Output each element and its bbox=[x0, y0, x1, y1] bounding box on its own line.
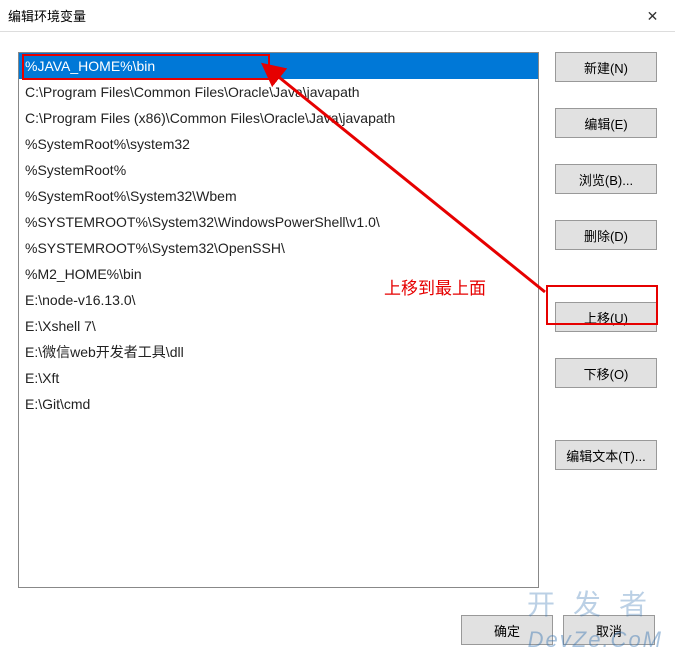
button-column: 新建(N) 编辑(E) 浏览(B)... 删除(D) 上移(U) 下移(O) 编… bbox=[555, 52, 657, 588]
list-item[interactable]: %SystemRoot%\system32 bbox=[19, 131, 538, 157]
list-item[interactable]: E:\Xshell 7\ bbox=[19, 313, 538, 339]
dialog-content: %JAVA_HOME%\bin C:\Program Files\Common … bbox=[0, 32, 675, 663]
move-up-button[interactable]: 上移(U) bbox=[555, 302, 657, 332]
list-item[interactable]: %M2_HOME%\bin bbox=[19, 261, 538, 287]
dialog-footer: 确定 取消 bbox=[461, 615, 655, 645]
ok-button[interactable]: 确定 bbox=[461, 615, 553, 645]
list-item[interactable]: E:\Xft bbox=[19, 365, 538, 391]
list-item[interactable]: E:\Git\cmd bbox=[19, 391, 538, 417]
close-button[interactable]: ✕ bbox=[630, 0, 675, 32]
delete-button[interactable]: 删除(D) bbox=[555, 220, 657, 250]
list-item[interactable]: %SystemRoot% bbox=[19, 157, 538, 183]
list-item[interactable]: %JAVA_HOME%\bin bbox=[19, 53, 538, 79]
list-item[interactable]: C:\Program Files\Common Files\Oracle\Jav… bbox=[19, 79, 538, 105]
browse-button[interactable]: 浏览(B)... bbox=[555, 164, 657, 194]
list-item[interactable]: C:\Program Files (x86)\Common Files\Orac… bbox=[19, 105, 538, 131]
cancel-button[interactable]: 取消 bbox=[563, 615, 655, 645]
list-item[interactable]: E:\node-v16.13.0\ bbox=[19, 287, 538, 313]
list-item[interactable]: %SYSTEMROOT%\System32\WindowsPowerShell\… bbox=[19, 209, 538, 235]
edit-text-button[interactable]: 编辑文本(T)... bbox=[555, 440, 657, 470]
list-item[interactable]: %SystemRoot%\System32\Wbem bbox=[19, 183, 538, 209]
list-item[interactable]: %SYSTEMROOT%\System32\OpenSSH\ bbox=[19, 235, 538, 261]
window-title: 编辑环境变量 bbox=[8, 6, 86, 25]
close-icon: ✕ bbox=[647, 8, 659, 25]
titlebar: 编辑环境变量 ✕ bbox=[0, 0, 675, 32]
list-item[interactable]: E:\微信web开发者工具\dll bbox=[19, 339, 538, 365]
new-button[interactable]: 新建(N) bbox=[555, 52, 657, 82]
path-listbox[interactable]: %JAVA_HOME%\bin C:\Program Files\Common … bbox=[18, 52, 539, 588]
move-down-button[interactable]: 下移(O) bbox=[555, 358, 657, 388]
edit-button[interactable]: 编辑(E) bbox=[555, 108, 657, 138]
